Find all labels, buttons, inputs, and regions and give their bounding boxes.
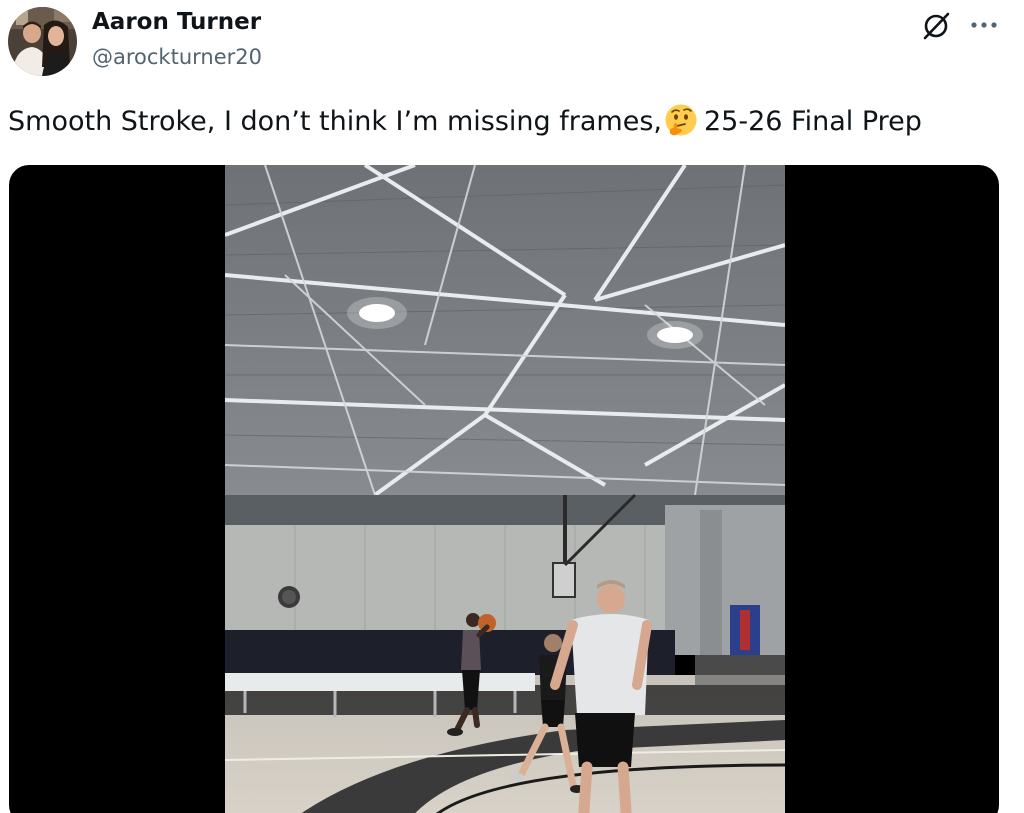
tweet-card: Aaron Turner @arockturner20 Smooth Strok… bbox=[0, 0, 1024, 813]
video-player[interactable] bbox=[9, 165, 999, 813]
thinking-face-icon bbox=[664, 103, 698, 137]
tweet-text-part-2: 25-26 Final Prep bbox=[703, 106, 922, 137]
video-frame[interactable] bbox=[224, 165, 786, 813]
more-options-icon[interactable] bbox=[966, 10, 1002, 40]
author-display-name[interactable]: Aaron Turner bbox=[92, 9, 261, 35]
author-handle[interactable]: @arockturner20 bbox=[92, 45, 262, 69]
avatar[interactable] bbox=[8, 7, 77, 76]
tweet-text: Smooth Stroke, I don’t think I’m missing… bbox=[8, 103, 922, 140]
grok-icon[interactable] bbox=[918, 8, 954, 44]
tweet-text-part-1: Smooth Stroke, I don’t think I’m missing… bbox=[8, 106, 662, 137]
